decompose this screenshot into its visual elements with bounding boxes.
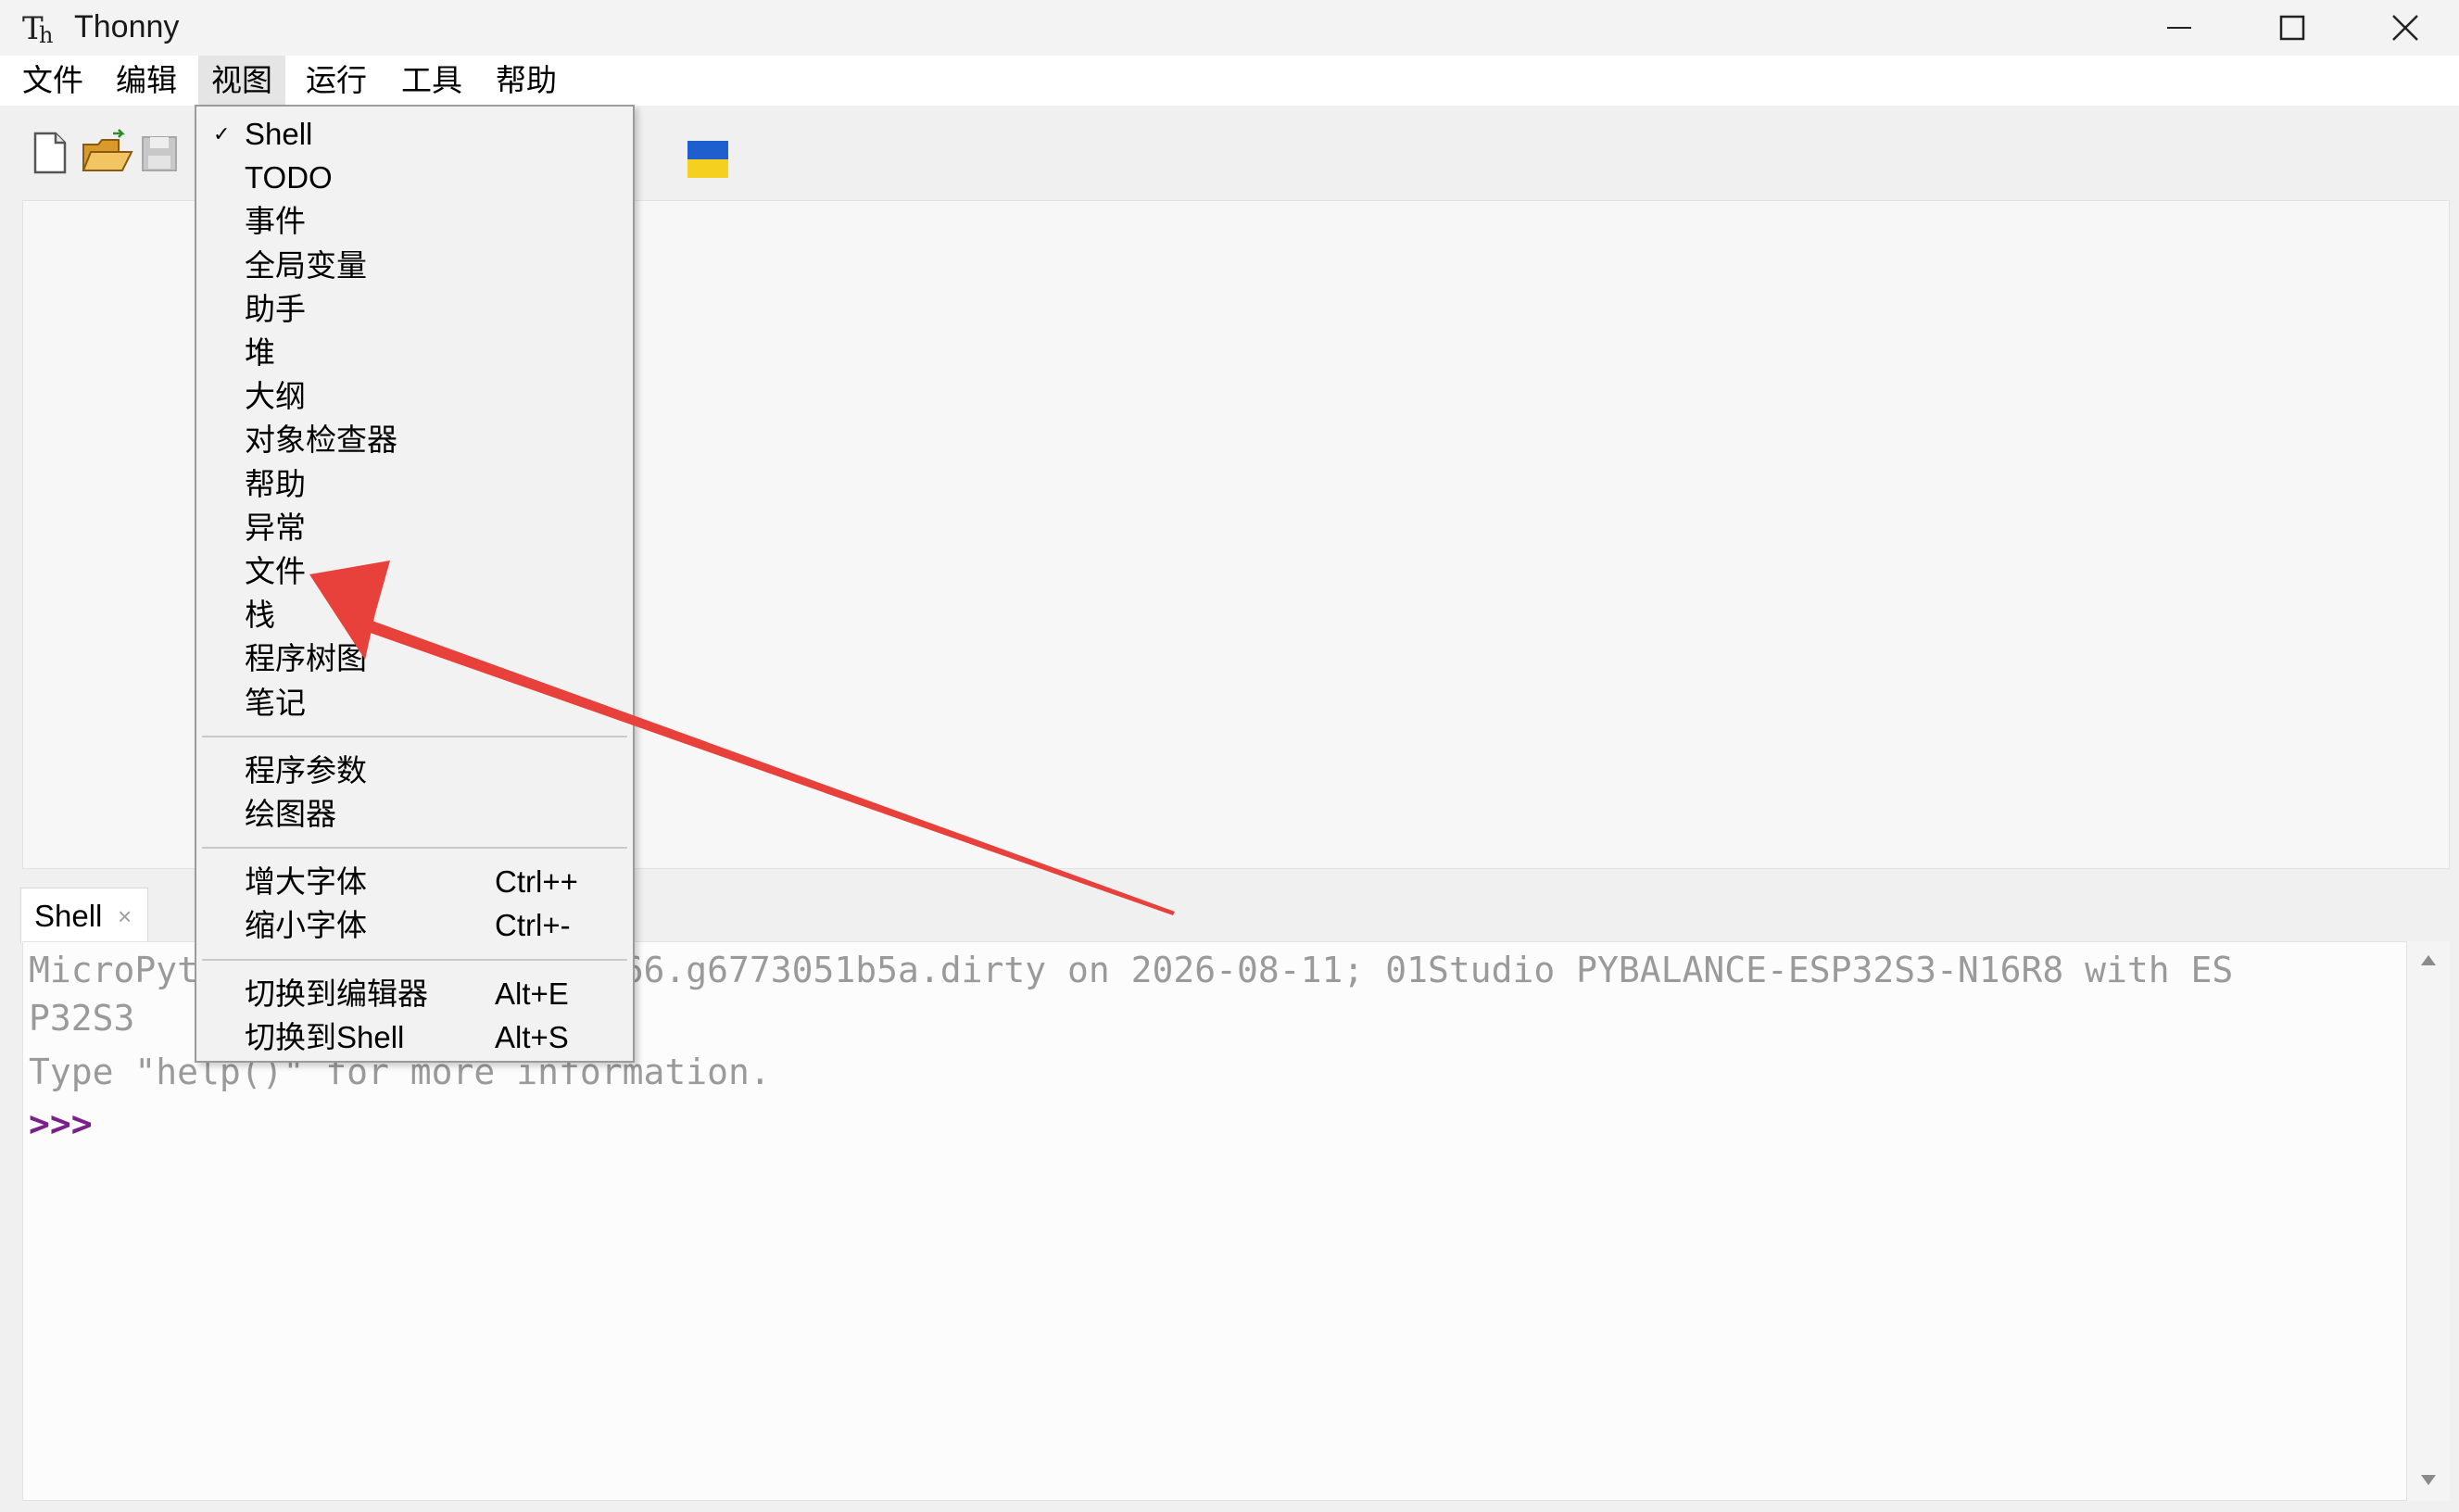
view-menu-item[interactable]: 栈	[196, 593, 633, 636]
view-menu-item-label: 对象检查器	[245, 422, 397, 458]
view-menu-item[interactable]: TODO	[196, 156, 633, 199]
view-menu-item[interactable]: 增大字体 Ctrl++	[196, 860, 633, 903]
save-button[interactable]	[137, 124, 185, 180]
view-menu-item[interactable]: 帮助	[196, 462, 633, 506]
view-menu-item[interactable]: 堆	[196, 331, 633, 374]
view-menu-item-label: 帮助	[245, 466, 306, 501]
view-menu-item[interactable]: 绘图器	[196, 792, 633, 836]
close-window-button[interactable]	[2350, 0, 2459, 56]
menu-edit[interactable]: 编辑	[116, 56, 177, 106]
view-menu-item[interactable]: 缩小字体 Ctrl+-	[196, 903, 633, 947]
save-icon	[142, 136, 177, 171]
maximize-button[interactable]	[2237, 0, 2348, 56]
menu-run[interactable]: 运行	[306, 56, 367, 106]
scroll-down-icon[interactable]	[2418, 1469, 2439, 1490]
view-menu-item-label: 绘图器	[245, 797, 336, 831]
view-menu-item-label: 堆	[245, 335, 275, 370]
view-menu-item-label: 大纲	[245, 379, 306, 414]
minimize-button[interactable]	[2124, 0, 2235, 56]
shell-scrollbar[interactable]	[2407, 941, 2450, 1501]
view-menu-item[interactable]: 大纲	[196, 374, 633, 418]
shell-prompt: >>>	[29, 1103, 93, 1144]
ukraine-flag-button[interactable]	[687, 124, 730, 180]
view-menu-item[interactable]: 助手	[196, 287, 633, 331]
view-menu-item-label: 助手	[245, 291, 306, 326]
thonny-logo-icon: T h	[20, 6, 63, 48]
check-icon: ✓	[213, 122, 231, 145]
view-menu-item[interactable]: 程序树图	[196, 636, 633, 680]
window-title: Thonny	[74, 9, 180, 44]
view-menu-item-label: 全局变量	[245, 247, 367, 283]
view-menu-item[interactable]: 文件	[196, 549, 633, 593]
new-file-button[interactable]	[26, 124, 74, 180]
view-menu-item-label: 程序参数	[245, 752, 367, 788]
open-folder-icon	[82, 129, 133, 171]
title-bar: T h Thonny	[0, 0, 2459, 56]
tab-shell[interactable]: Shell ×	[20, 888, 148, 943]
view-menu-item-label: 事件	[245, 204, 306, 239]
close-icon	[2392, 15, 2418, 41]
view-menu-item[interactable]: 切换到Shell Alt+S	[196, 1015, 633, 1059]
tab-close-icon[interactable]: ×	[118, 898, 132, 935]
minimize-icon	[2167, 27, 2191, 29]
menu-file[interactable]: 文件	[22, 56, 83, 106]
scroll-up-icon[interactable]	[2418, 951, 2439, 971]
view-menu-item-label: 栈	[245, 598, 275, 633]
view-menu-item-shortcut: Ctrl+-	[495, 908, 571, 943]
view-menu-item-shortcut: Alt+E	[495, 976, 569, 1011]
new-file-icon	[33, 132, 67, 174]
view-menu-item-shortcut: Ctrl++	[495, 864, 578, 900]
view-menu-item-label: 缩小字体	[245, 908, 367, 943]
maximize-icon	[2279, 15, 2305, 41]
view-menu-item-label: Shell	[245, 117, 313, 151]
view-menu-item-label: 文件	[245, 554, 306, 588]
shell-output-line: P32S3	[29, 998, 135, 1039]
tab-shell-label: Shell	[34, 899, 103, 933]
view-menu-item[interactable]: 切换到编辑器 Alt+E	[196, 972, 633, 1015]
view-menu-dropdown: ✓ Shell TODO 事件全局变量助手堆大纲对象检查器帮助异常文件栈程序树图笔记程…	[195, 105, 635, 1063]
ukraine-flag-icon	[687, 141, 728, 178]
open-file-button[interactable]	[80, 124, 135, 180]
svg-text:h: h	[39, 22, 53, 48]
menu-view[interactable]: 视图	[198, 56, 285, 106]
view-menu-item-label: TODO	[245, 160, 333, 195]
view-menu-item-label: 切换到Shell	[245, 1019, 405, 1054]
view-menu-item[interactable]: 异常	[196, 506, 633, 549]
view-menu-item[interactable]: ✓ Shell	[196, 112, 633, 156]
view-menu-item[interactable]: 程序参数	[196, 749, 633, 792]
menu-separator	[202, 958, 627, 961]
menu-tools[interactable]: 工具	[401, 56, 462, 106]
view-menu-item[interactable]: 全局变量	[196, 244, 633, 287]
view-menu-item-shortcut: Alt+S	[495, 1019, 569, 1054]
view-menu-item[interactable]: 对象检查器	[196, 418, 633, 461]
view-menu-item-label: 增大字体	[245, 864, 367, 900]
menu-separator	[202, 735, 627, 737]
menu-bar: 文件 编辑 视图 运行 工具 帮助	[0, 56, 2459, 106]
view-menu-item[interactable]: 事件	[196, 199, 633, 243]
menu-separator	[202, 847, 627, 850]
view-menu-item-label: 异常	[245, 510, 306, 545]
view-menu-item-label: 切换到编辑器	[245, 976, 428, 1011]
view-menu-item[interactable]: 笔记	[196, 681, 633, 724]
view-menu-item-label: 笔记	[245, 685, 306, 720]
view-menu-item-label: 程序树图	[245, 641, 367, 676]
menu-help[interactable]: 帮助	[496, 56, 557, 106]
